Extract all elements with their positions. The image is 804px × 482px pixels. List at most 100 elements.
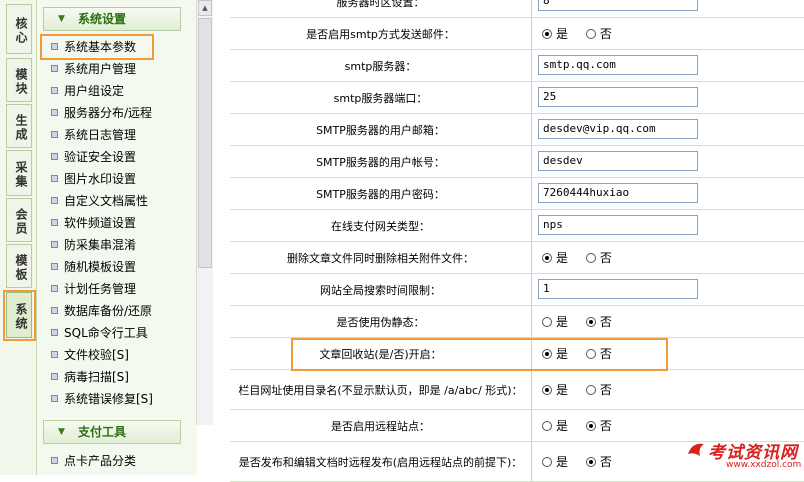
setting-label: SMTP服务器的用户密码：	[230, 178, 532, 210]
radio-unchecked-icon[interactable]	[585, 384, 596, 395]
payment-gateway-input[interactable]: nps	[538, 215, 698, 235]
bullet-icon	[51, 395, 58, 402]
menu-item-label: 系统基本参数	[64, 40, 137, 54]
radio-option-yes[interactable]: 是	[542, 419, 568, 433]
bullet-icon	[51, 263, 58, 270]
setting-value-cell: 是 否	[532, 370, 804, 410]
radio-checked-icon[interactable]	[542, 28, 552, 39]
setting-label: 栏目网址使用目录名(不显示默认页，即是 /a/abc/ 形式)：	[230, 370, 532, 410]
tab-collect[interactable]: 采集	[6, 150, 32, 196]
menu-section-payment-tools[interactable]: ▼ 支付工具	[43, 420, 181, 444]
menu-item-label: 用户组设定	[64, 84, 125, 98]
menu-section-title: 系统设置	[78, 12, 127, 26]
setting-value-cell: 25	[532, 82, 804, 114]
bullet-icon	[51, 175, 58, 182]
setting-row-dir-url: 栏目网址使用目录名(不显示默认页，即是 /a/abc/ 形式)： 是 否	[230, 370, 804, 410]
tab-label: 核心	[14, 16, 28, 45]
menu-item-tasks[interactable]: 计划任务管理	[51, 278, 136, 300]
menu-item-label: 文件校验[S]	[64, 348, 129, 362]
radio-option-no[interactable]: 否	[585, 419, 612, 433]
menu-section-system-settings[interactable]: ▼ 系统设置	[43, 7, 181, 31]
menu-item-sql-tool[interactable]: SQL命令行工具	[51, 322, 148, 344]
tab-label: 模块	[14, 67, 28, 96]
radio-checked-icon[interactable]	[585, 420, 596, 431]
menu-item-watermark[interactable]: 图片水印设置	[51, 168, 136, 190]
tab-templates[interactable]: 模板	[6, 244, 32, 288]
radio-checked-icon[interactable]	[542, 348, 552, 359]
radio-label: 是	[556, 251, 569, 265]
menu-item-soft-channel[interactable]: 软件频道设置	[51, 212, 136, 234]
setting-label: 文章回收站(是/否)开启：	[230, 338, 532, 370]
radio-option-no[interactable]: 否	[585, 315, 612, 329]
radio-option-no[interactable]: 否	[585, 455, 612, 469]
timezone-input[interactable]: 8	[538, 0, 698, 11]
radio-option-yes[interactable]: 是	[542, 315, 568, 329]
radio-checked-icon[interactable]	[542, 252, 552, 263]
setting-value-cell: 是 否	[532, 18, 804, 50]
radio-option-no[interactable]: 否	[585, 27, 612, 41]
menu-item-label: 系统错误修复[S]	[64, 392, 153, 406]
menu-item-random-template[interactable]: 随机模板设置	[51, 256, 136, 278]
menu-item-card-categories[interactable]: 点卡产品分类	[51, 450, 136, 472]
menu-item-file-check[interactable]: 文件校验[S]	[51, 344, 129, 366]
tab-modules[interactable]: 模块	[6, 58, 32, 102]
bullet-icon	[51, 109, 58, 116]
radio-checked-icon[interactable]	[542, 384, 552, 395]
menu-item-error-repair[interactable]: 系统错误修复[S]	[51, 388, 153, 410]
radio-option-no[interactable]: 否	[585, 251, 612, 265]
scroll-thumb[interactable]	[198, 18, 212, 268]
radio-option-yes[interactable]: 是	[542, 347, 568, 361]
radio-option-no[interactable]: 否	[585, 347, 612, 361]
radio-unchecked-icon[interactable]	[542, 316, 552, 327]
scroll-up-arrow-icon[interactable]: ▲	[198, 0, 212, 16]
smtp-server-input[interactable]: smtp.qq.com	[538, 55, 698, 75]
tab-label: 模板	[14, 253, 28, 282]
smtp-port-input[interactable]: 25	[538, 87, 698, 107]
menu-item-logs[interactable]: 系统日志管理	[51, 124, 136, 146]
menu-item-virus-scan[interactable]: 病毒扫描[S]	[51, 366, 129, 388]
radio-checked-icon[interactable]	[585, 456, 596, 467]
menu-item-users[interactable]: 系统用户管理	[51, 58, 136, 80]
tab-system[interactable]: 系统	[6, 292, 32, 338]
menu-item-doc-attrs[interactable]: 自定义文档属性	[51, 190, 148, 212]
bullet-icon	[51, 153, 58, 160]
bullet-icon	[51, 329, 58, 336]
search-limit-input[interactable]: 1	[538, 279, 698, 299]
tab-generate[interactable]: 生成	[6, 104, 32, 148]
radio-unchecked-icon[interactable]	[585, 252, 596, 263]
radio-option-no[interactable]: 否	[585, 383, 612, 397]
radio-checked-icon[interactable]	[585, 316, 596, 327]
menu-item-label: 病毒扫描[S]	[64, 370, 129, 384]
menu-item-user-groups[interactable]: 用户组设定	[51, 80, 124, 102]
radio-option-yes[interactable]: 是	[542, 455, 568, 469]
menu-item-security[interactable]: 验证安全设置	[51, 146, 136, 168]
smtp-account-input[interactable]: desdev	[538, 151, 698, 171]
radio-option-yes[interactable]: 是	[542, 251, 568, 265]
menu-item-db-backup[interactable]: 数据库备份/还原	[51, 300, 152, 322]
bullet-icon	[51, 285, 58, 292]
setting-row-smtp-email: SMTP服务器的用户邮箱： desdev@vip.qq.com	[230, 114, 804, 146]
radio-unchecked-icon[interactable]	[542, 456, 552, 467]
tab-core[interactable]: 核心	[6, 4, 32, 54]
bullet-icon	[51, 351, 58, 358]
smtp-email-input[interactable]: desdev@vip.qq.com	[538, 119, 698, 139]
menu-scrollbar[interactable]: ▲	[196, 0, 213, 425]
smtp-password-input[interactable]: 7260444huxiao	[538, 183, 698, 203]
radio-unchecked-icon[interactable]	[585, 348, 596, 359]
menu-item-server-dist[interactable]: 服务器分布/远程	[51, 102, 152, 124]
setting-value-cell: 8	[532, 0, 804, 18]
radio-unchecked-icon[interactable]	[585, 28, 596, 39]
tab-members[interactable]: 会员	[6, 198, 32, 242]
menu-item-anti-collect[interactable]: 防采集串混淆	[51, 234, 136, 256]
setting-label: 在线支付网关类型：	[230, 210, 532, 242]
menu-item-basic-params[interactable]: 系统基本参数	[51, 36, 136, 58]
bullet-icon	[51, 241, 58, 248]
setting-label: smtp服务器端口：	[230, 82, 532, 114]
radio-option-yes[interactable]: 是	[542, 27, 568, 41]
radio-unchecked-icon[interactable]	[542, 420, 552, 431]
menu-item-label: SQL命令行工具	[64, 326, 148, 340]
radio-label: 否	[599, 383, 612, 397]
setting-label: SMTP服务器的用户帐号：	[230, 146, 532, 178]
radio-option-yes[interactable]: 是	[542, 383, 568, 397]
setting-label: 是否发布和编辑文档时远程发布(启用远程站点的前提下)：	[230, 442, 532, 482]
